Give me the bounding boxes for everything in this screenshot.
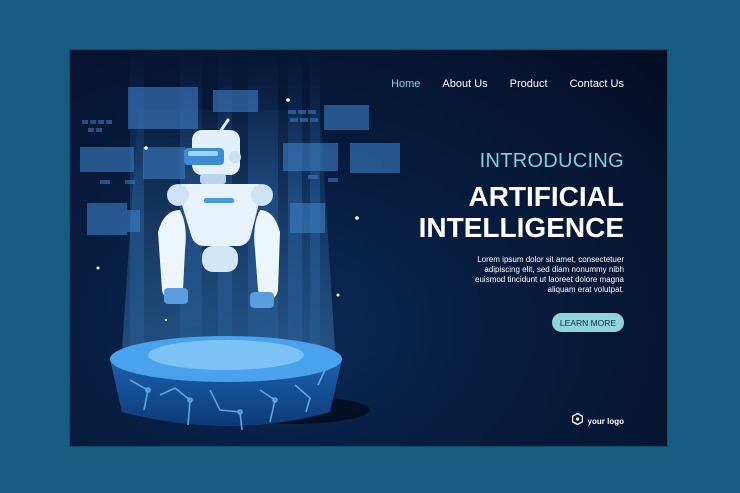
hero-description-line-3: euismod tincidunt ut laoreet dolore magn… xyxy=(475,275,624,284)
hero-section: INTRODUCING ARTIFICIAL INTELLIGENCE Lore… xyxy=(419,150,624,295)
nav-product-link[interactable]: Product xyxy=(510,78,548,90)
hexagon-logo-icon xyxy=(571,412,583,430)
brand-logo[interactable]: your logo xyxy=(571,412,624,430)
hero-title-line-1: ARTIFICIAL xyxy=(468,181,624,212)
hero-title: ARTIFICIAL INTELLIGENCE xyxy=(419,181,624,243)
nav-home-link[interactable]: Home xyxy=(391,78,420,90)
hero-description: Lorem ipsum dolor sit amet, consectetuer… xyxy=(424,255,624,295)
hero-description-line-2: adipiscing elit, sed diam nonummy nibh xyxy=(484,265,624,274)
nav-about-us-link[interactable]: About Us xyxy=(442,78,487,90)
nav-contact-us-link[interactable]: Contact Us xyxy=(570,78,624,90)
landing-page: Home About Us Product Contact Us INTRODU… xyxy=(70,50,667,446)
hero-description-line-4: aliquam erat volutpat. xyxy=(547,285,625,294)
learn-more-button[interactable]: LEARN MORE xyxy=(552,313,624,332)
logo-text: your logo xyxy=(587,416,624,426)
hero-title-line-2: INTELLIGENCE xyxy=(418,212,624,243)
main-nav: Home About Us Product Contact Us xyxy=(391,78,624,90)
hero-description-line-1: Lorem ipsum dolor sit amet, consectetuer xyxy=(477,255,624,264)
hero-intro: INTRODUCING xyxy=(479,150,624,172)
robot-hologram-illustration xyxy=(80,50,400,431)
